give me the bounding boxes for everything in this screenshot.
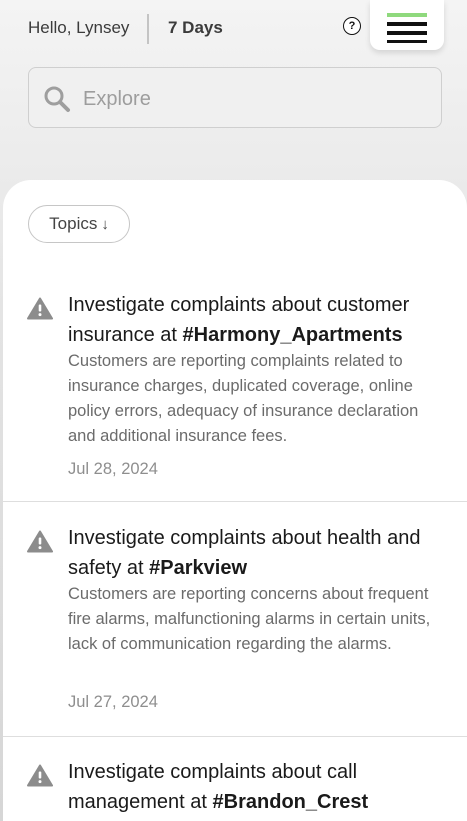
menu-bar (387, 31, 427, 35)
search-input[interactable] (81, 82, 425, 116)
list-item[interactable]: Investigate complaints about call manage… (3, 757, 467, 821)
warning-icon (27, 297, 53, 320)
menu-bar-accent (387, 13, 427, 17)
topics-filter-label: Topics (49, 214, 98, 233)
item-date: Jul 27, 2024 (68, 693, 158, 711)
arrow-down-icon: ↓ (101, 215, 109, 233)
help-button[interactable]: ? (343, 17, 361, 35)
item-title: Investigate complaints about health and … (68, 523, 448, 583)
menu-bar (387, 22, 427, 26)
topics-filter-button[interactable]: Topics ↓ (28, 205, 130, 243)
warning-icon (27, 530, 53, 553)
property-tag[interactable]: #Harmony_Apartments (183, 324, 403, 346)
property-tag[interactable]: #Parkview (149, 557, 247, 579)
divider (3, 501, 467, 502)
feed-sheet: Topics ↓ Investigate complaints about cu… (3, 180, 467, 821)
app-screen: Hello, Lynsey 7 Days ? Topics ↓ (0, 0, 467, 821)
item-title: Investigate complaints about call manage… (68, 757, 448, 817)
item-date: Jul 28, 2024 (68, 460, 158, 478)
header-divider (147, 14, 149, 44)
item-title: Investigate complaints about customer in… (68, 290, 448, 350)
list-item[interactable]: Investigate complaints about health and … (3, 523, 467, 733)
top-bar: Hello, Lynsey 7 Days ? (0, 0, 467, 60)
warning-icon (27, 764, 53, 787)
item-description: Customers are reporting complaints relat… (68, 352, 419, 445)
search-box[interactable] (28, 67, 442, 128)
hamburger-menu-icon[interactable] (370, 0, 444, 50)
search-icon (44, 86, 70, 112)
menu-bar (387, 40, 427, 43)
item-description: Customers are reporting concerns about f… (68, 585, 431, 653)
divider (3, 736, 467, 737)
period-selector[interactable]: 7 Days (168, 18, 223, 38)
greeting-text: Hello, Lynsey (28, 18, 130, 37)
list-item[interactable]: Investigate complaints about customer in… (3, 290, 467, 500)
property-tag[interactable]: #Brandon_Crest (213, 791, 369, 813)
